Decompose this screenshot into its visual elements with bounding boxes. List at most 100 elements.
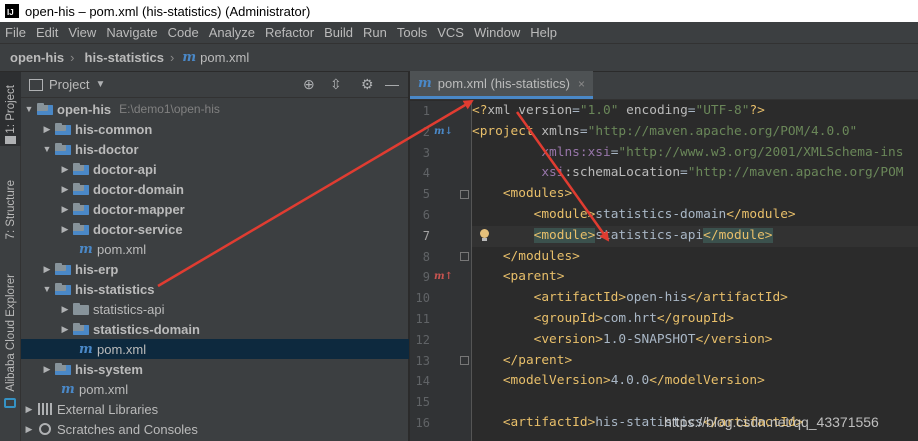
locate-file-icon[interactable]: ⊕ xyxy=(303,76,315,93)
tree-row-his-erp[interactable]: ▶ his-erp xyxy=(21,259,409,279)
window-title: open-his – pom.xml (his-statistics) (Adm… xyxy=(25,3,311,19)
fold-icon[interactable] xyxy=(460,356,469,365)
maven-file-icon: m xyxy=(79,241,93,257)
chevron-right-icon[interactable]: ▶ xyxy=(23,424,35,435)
breadcrumb-module[interactable]: his-statistics xyxy=(75,50,164,65)
tree-item-label: pom.xml xyxy=(79,381,129,397)
chevron-right-icon[interactable]: ▶ xyxy=(59,324,71,335)
menu-file[interactable]: File xyxy=(0,25,31,40)
tree-row-his-statistics[interactable]: ▼ his-statistics xyxy=(21,279,409,299)
module-folder-icon xyxy=(55,143,71,155)
tab-project-tool-window[interactable]: 1: Project xyxy=(0,72,21,146)
close-icon[interactable]: × xyxy=(578,77,585,91)
breadcrumb: open-his › his-statistics › m pom.xml xyxy=(0,44,918,72)
fold-icon[interactable] xyxy=(460,252,469,261)
menu-help[interactable]: Help xyxy=(525,25,562,40)
menu-code[interactable]: Code xyxy=(163,25,204,40)
tree-item-label: open-his xyxy=(57,101,112,117)
project-tool-window: Project ▼ ⊕ ⇳ ⚙ — ▼ open-his E:\demo1\op… xyxy=(21,72,409,441)
collapse-all-icon[interactable]: ⇳ xyxy=(330,76,342,93)
menu-view[interactable]: View xyxy=(63,25,101,40)
line-number: 14 xyxy=(415,374,430,389)
tree-row-doctor-service[interactable]: ▶ doctor-service xyxy=(21,219,409,239)
tree-row-statistics-api[interactable]: ▶ statistics-api xyxy=(21,299,409,319)
chevron-right-icon[interactable]: ▶ xyxy=(59,224,71,235)
menu-tools[interactable]: Tools xyxy=(392,25,432,40)
chevron-down-icon[interactable]: ▼ xyxy=(23,104,35,114)
tree-row-his-doctor[interactable]: ▼ his-doctor xyxy=(21,139,409,159)
tree-item-label: statistics-domain xyxy=(93,321,200,337)
menu-navigate[interactable]: Navigate xyxy=(101,25,162,40)
menu-edit[interactable]: Edit xyxy=(31,25,63,40)
tree-row-statistics-domain[interactable]: ▶ statistics-domain xyxy=(21,319,409,339)
chevron-down-icon[interactable]: ▼ xyxy=(95,79,105,90)
hide-panel-icon[interactable]: — xyxy=(385,76,399,92)
code-line: xmlns:xsi="http://www.w3.org/2001/XMLSch… xyxy=(541,144,904,160)
code-line: </modules> xyxy=(502,248,580,264)
chevron-right-icon[interactable]: ▶ xyxy=(41,364,53,375)
tree-row-doctor-domain[interactable]: ▶ doctor-domain xyxy=(21,179,409,199)
chevron-right-icon[interactable]: ▶ xyxy=(23,404,35,415)
chevron-right-icon[interactable]: ▶ xyxy=(41,264,53,275)
editor-tab-bar: m pom.xml (his-statistics) × xyxy=(410,71,918,100)
line-number: 15 xyxy=(415,395,430,410)
menu-run[interactable]: Run xyxy=(358,25,392,40)
code-area[interactable]: <?xml version="1.0" encoding="UTF-8"?> <… xyxy=(472,101,918,441)
module-folder-icon xyxy=(55,123,71,135)
editor-tab-pom[interactable]: m pom.xml (his-statistics) × xyxy=(410,71,593,99)
fold-icon[interactable] xyxy=(460,190,469,199)
menu-vcs[interactable]: VCS xyxy=(432,25,469,40)
tree-item-label: statistics-api xyxy=(93,301,165,317)
menu-refactor[interactable]: Refactor xyxy=(260,25,319,40)
line-number: 3 xyxy=(422,145,430,160)
tree-item-label: his-doctor xyxy=(75,141,139,157)
chevron-down-icon[interactable]: ▼ xyxy=(41,144,53,154)
chevron-right-icon[interactable]: ▶ xyxy=(59,184,71,195)
maven-gutter-icon[interactable]: m↓ xyxy=(434,122,453,143)
module-folder-icon xyxy=(55,363,71,375)
line-number: 11 xyxy=(415,312,430,326)
menu-analyze[interactable]: Analyze xyxy=(204,25,260,40)
tree-row-doctor-pom[interactable]: m pom.xml xyxy=(21,239,409,259)
maven-file-icon: m xyxy=(79,341,93,357)
tab-project-label: 1: Project xyxy=(4,84,17,134)
module-folder-icon xyxy=(55,263,71,275)
breadcrumb-file[interactable]: pom.xml xyxy=(200,50,249,65)
breadcrumb-project[interactable]: open-his xyxy=(0,50,64,65)
tab-structure-tool-window[interactable]: 7: Structure xyxy=(0,164,21,256)
chevron-right-icon[interactable]: ▶ xyxy=(41,124,53,135)
tree-row-open-his[interactable]: ▼ open-his E:\demo1\open-his xyxy=(21,99,409,119)
code-line: </parent> xyxy=(502,352,573,368)
tree-row-external-libraries[interactable]: ▶ External Libraries xyxy=(21,399,409,419)
left-tool-strip: 1: Project 7: Structure Alibaba Cloud Ex… xyxy=(0,72,21,441)
module-folder-icon xyxy=(73,163,89,175)
editor-gutter: 1 2 m↓ 3 4 5 6 7 8 9 m↑ 10 11 12 13 14 1… xyxy=(410,101,472,441)
tree-row-doctor-api[interactable]: ▶ doctor-api xyxy=(21,159,409,179)
project-panel-title[interactable]: Project xyxy=(49,77,89,92)
tab-alibaba-cloud-explorer[interactable]: Alibaba Cloud Explorer xyxy=(0,268,21,398)
tree-row-doctor-mapper[interactable]: ▶ doctor-mapper xyxy=(21,199,409,219)
chevron-right-icon[interactable]: ▶ xyxy=(59,204,71,215)
menu-build[interactable]: Build xyxy=(319,25,358,40)
tree-row-his-common[interactable]: ▶ his-common xyxy=(21,119,409,139)
chevron-down-icon[interactable]: ▼ xyxy=(41,284,53,294)
gear-icon[interactable]: ⚙ xyxy=(361,76,374,93)
code-line: <groupId>com.hrt</groupId> xyxy=(533,310,734,326)
tree-row-scratches[interactable]: ▶ Scratches and Consoles xyxy=(21,419,409,439)
menu-window[interactable]: Window xyxy=(469,25,525,40)
tree-item-label: his-common xyxy=(75,121,153,137)
line-number: 2 xyxy=(422,124,430,139)
code-line: xsi:schemaLocation="http://maven.apache.… xyxy=(541,165,904,181)
line-number: 9 xyxy=(422,270,430,285)
code-line: <modules> xyxy=(502,186,573,202)
tree-row-statistics-pom[interactable]: m pom.xml xyxy=(21,339,409,359)
chevron-right-icon[interactable]: ▶ xyxy=(59,304,71,315)
menu-bar: File Edit View Navigate Code Analyze Ref… xyxy=(0,22,918,44)
lightbulb-icon[interactable] xyxy=(479,228,489,242)
chevron-right-icon[interactable]: ▶ xyxy=(59,164,71,175)
tree-row-root-pom[interactable]: m pom.xml xyxy=(21,379,409,399)
tree-row-his-system[interactable]: ▶ his-system xyxy=(21,359,409,379)
tree-item-label: doctor-domain xyxy=(93,181,184,197)
maven-parent-gutter-icon[interactable]: m↑ xyxy=(434,267,453,288)
tree-item-label: doctor-mapper xyxy=(93,201,185,217)
